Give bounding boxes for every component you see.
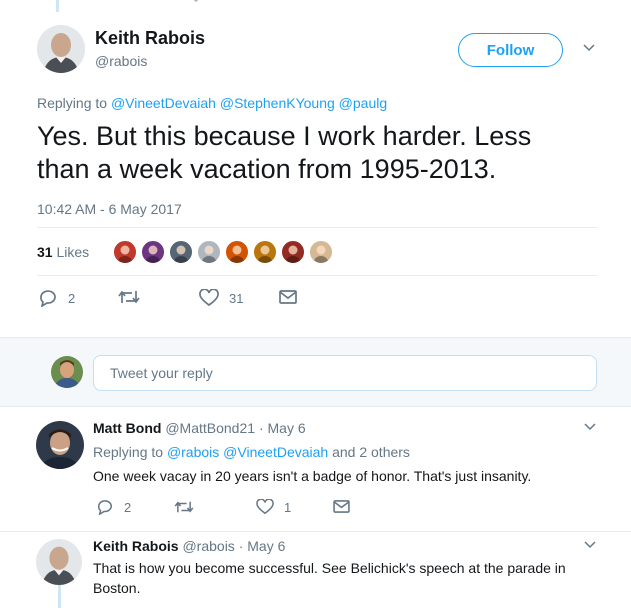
reply-date[interactable]: · May 6 (259, 420, 306, 436)
message-icon (333, 500, 350, 513)
tweet-timestamp[interactable]: 10:42 AM - 6 May 2017 (37, 201, 182, 217)
reply-replying-to-line: Replying to @rabois @VineetDevaiah and 2… (93, 444, 410, 460)
reply-composer: Tweet your reply (0, 337, 631, 407)
reply-date[interactable]: · May 6 (239, 538, 286, 554)
reply-author-avatar[interactable] (36, 421, 84, 469)
retweet-icon (174, 501, 194, 513)
message-icon (279, 290, 297, 304)
reply-button[interactable]: 2 (38, 289, 75, 307)
author-name[interactable]: Keith Rabois (95, 28, 205, 49)
liker-avatar[interactable] (252, 239, 278, 265)
author-avatar[interactable] (37, 25, 85, 73)
liker-avatar[interactable] (224, 239, 250, 265)
likes-count-group[interactable]: 31 Likes (37, 244, 89, 260)
reply-input[interactable]: Tweet your reply (93, 355, 597, 391)
previous-tweet-actions (170, 0, 370, 6)
likes-label: Likes (56, 244, 90, 260)
thread-line-bottom (58, 585, 61, 608)
reply-text: That is how you become successful. See B… (93, 558, 566, 598)
mention-link[interactable]: @rabois (167, 444, 219, 460)
replying-to-line: Replying to @VineetDevaiah @StephenKYoun… (37, 95, 387, 111)
like-icon (256, 499, 274, 515)
like-button[interactable]: 1 (256, 499, 291, 515)
reply-header: Matt Bond @MattBond21 · May 6 (93, 420, 306, 436)
like-button[interactable]: 31 (199, 289, 243, 307)
reply-count: 2 (68, 290, 76, 306)
retweet-button[interactable] (118, 289, 140, 305)
reply-text-line: Boston. (93, 580, 141, 596)
replying-to-prefix: Replying to (93, 444, 164, 460)
reply-author-name[interactable]: Matt Bond (93, 420, 161, 436)
replying-to-suffix[interactable]: and 2 others (332, 444, 410, 460)
chevron-down-icon[interactable] (584, 423, 596, 431)
user-avatar (51, 356, 83, 388)
retweet-icon (118, 290, 140, 304)
like-icon (199, 289, 219, 307)
liker-avatar[interactable] (308, 239, 334, 265)
liker-avatar[interactable] (140, 239, 166, 265)
liker-avatar[interactable] (280, 239, 306, 265)
replying-to-prefix: Replying to (37, 95, 108, 111)
retweet-button[interactable] (174, 500, 194, 514)
likers-avatars (112, 239, 336, 265)
divider (37, 275, 597, 276)
mention-link[interactable]: @VineetDevaiah (111, 95, 216, 111)
chevron-down-icon[interactable] (583, 44, 595, 52)
tweet-text: Yes. But this because I work harder. Les… (37, 120, 531, 186)
reply-text: One week vacay in 20 years isn't a badge… (93, 468, 532, 484)
reply-header: Keith Rabois @rabois · May 6 (93, 538, 285, 554)
mention-link[interactable]: @VineetDevaiah (223, 444, 328, 460)
reply-text-line: That is how you become successful. See B… (93, 560, 566, 576)
message-button[interactable] (333, 500, 350, 513)
reply-count: 2 (124, 499, 132, 515)
chevron-down-icon[interactable] (584, 541, 596, 549)
tweet-text-line: than a week vacation from 1995-2013. (37, 154, 497, 184)
reply-author-handle[interactable]: @rabois (182, 538, 234, 554)
liker-avatar[interactable] (112, 239, 138, 265)
thread-line-top (56, 0, 59, 12)
tweet-text-line: Yes. But this because I work harder. Les… (37, 121, 532, 151)
mention-link[interactable]: @paulg (339, 95, 387, 111)
reply-icon (98, 500, 112, 515)
like-count: 1 (284, 499, 292, 515)
liker-avatar[interactable] (196, 239, 222, 265)
divider (37, 227, 597, 228)
message-button[interactable] (279, 290, 297, 304)
liker-avatar[interactable] (168, 239, 194, 265)
reply-icon (40, 290, 56, 307)
divider (0, 531, 631, 532)
reply-button[interactable]: 2 (96, 499, 131, 515)
reply-author-name[interactable]: Keith Rabois (93, 538, 179, 554)
follow-button[interactable]: Follow (458, 33, 563, 67)
mention-link[interactable]: @StephenKYoung (220, 95, 335, 111)
like-count: 31 (229, 290, 244, 306)
likes-count: 31 (37, 244, 53, 260)
author-handle[interactable]: @rabois (95, 53, 147, 69)
reply-author-handle[interactable]: @MattBond21 (165, 420, 255, 436)
reply-author-avatar[interactable] (36, 539, 82, 585)
